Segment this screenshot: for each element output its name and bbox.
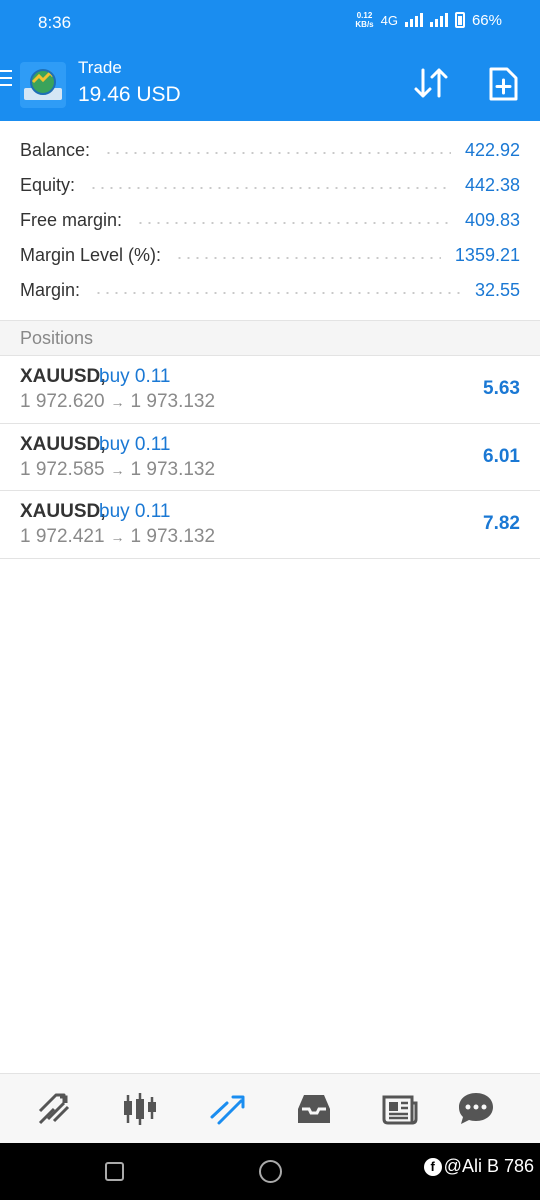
quotes-icon[interactable] xyxy=(34,1089,74,1129)
position-profit: 5.63 xyxy=(483,378,520,399)
position-direction: buy 0.11 xyxy=(99,366,171,387)
summary-row-balance: Balance: 422.92 xyxy=(0,133,540,168)
summary-value: 422.92 xyxy=(464,140,520,160)
summary-value: 409.83 xyxy=(464,210,520,230)
status-bar: 8:36 0.12 KB/s 4G 66% xyxy=(0,0,540,48)
summary-value: 442.38 xyxy=(464,175,520,195)
summary-label: Margin Level (%): xyxy=(20,245,162,265)
facebook-icon: f xyxy=(423,1157,442,1176)
bottom-navigation xyxy=(0,1073,540,1143)
summary-row-margin: Margin: 32.55 xyxy=(0,273,540,308)
account-summary: Balance: 422.92 Equity: 442.38 Free marg… xyxy=(0,133,540,308)
status-indicators: 0.12 KB/s 4G 66% xyxy=(355,11,502,29)
status-time: 8:36 xyxy=(38,13,72,32)
trade-icon[interactable] xyxy=(207,1089,247,1129)
sort-icon[interactable] xyxy=(412,66,450,100)
dotted-leader xyxy=(175,256,441,259)
position-prices: 1 972.620 → 1 973.132 xyxy=(20,391,215,413)
battery-icon xyxy=(454,12,465,28)
position-profit: 6.01 xyxy=(483,445,520,467)
summary-row-margin-level: Margin Level (%): 1359.21 xyxy=(0,238,540,273)
app-logo[interactable] xyxy=(20,62,66,108)
position-profit: 7.82 xyxy=(483,513,520,534)
summary-value: 1359.21 xyxy=(454,245,520,265)
signal-icon xyxy=(429,13,448,27)
chart-icon[interactable] xyxy=(120,1089,160,1129)
current-price: 1 973.132 xyxy=(130,526,216,547)
system-navigation-bar: f @Ali B 786 xyxy=(0,1143,540,1200)
account-balance-header: 19.46 USD xyxy=(78,83,181,106)
summary-value: 32.55 xyxy=(474,280,520,300)
open-price: 1 972.585 xyxy=(20,458,105,480)
position-direction: buy 0.11 xyxy=(99,433,171,455)
price-arrow: → xyxy=(110,394,125,410)
signal-icon xyxy=(404,13,423,27)
positions-list: XAUUSD, buy 0.11 1 972.620 → 1 973.132 5.6… xyxy=(0,356,540,559)
position-symbol: XAUUSD, xyxy=(20,501,106,522)
summary-row-free-margin: Free margin: 409.83 xyxy=(0,203,540,238)
dotted-leader xyxy=(104,151,451,154)
net-speed: 0.12 KB/s xyxy=(355,11,374,29)
position-row[interactable]: XAUUSD, buy 0.11 1 972.421 → 1 973.132 7.8… xyxy=(0,491,540,559)
position-symbol: XAUUSD, xyxy=(20,433,106,455)
messages-icon[interactable] xyxy=(456,1089,496,1129)
watermark: f @Ali B 786 xyxy=(423,1156,534,1177)
network-type: 4G xyxy=(380,12,398,28)
summary-row-equity: Equity: 442.38 xyxy=(0,168,540,203)
open-price: 1 972.421 xyxy=(20,526,105,547)
home-icon[interactable] xyxy=(259,1160,282,1183)
menu-icon[interactable] xyxy=(0,70,12,86)
open-price: 1 972.620 xyxy=(20,391,105,412)
dotted-leader xyxy=(89,186,451,189)
position-prices: 1 972.421 → 1 973.132 xyxy=(20,526,215,548)
summary-label: Balance: xyxy=(20,140,91,160)
dotted-leader xyxy=(136,221,451,224)
position-symbol: XAUUSD, xyxy=(20,366,106,387)
app-bar: Trade 19.46 USD xyxy=(0,48,540,121)
summary-label: Equity: xyxy=(20,175,76,195)
battery-percent: 66% xyxy=(471,11,502,29)
position-direction: buy 0.11 xyxy=(99,501,171,522)
summary-label: Margin: xyxy=(20,280,81,300)
price-arrow: → xyxy=(110,529,125,545)
current-price: 1 973.132 xyxy=(130,391,216,412)
positions-section-header: Positions xyxy=(0,320,540,356)
price-arrow: → xyxy=(110,461,125,478)
current-price: 1 973.132 xyxy=(130,458,216,480)
app-title: Trade xyxy=(78,58,122,77)
news-icon[interactable] xyxy=(380,1089,420,1129)
position-prices: 1 972.585 → 1 973.132 xyxy=(20,459,215,481)
position-row[interactable]: XAUUSD, buy 0.11 1 972.620 → 1 973.132 5.6… xyxy=(0,356,540,424)
position-row[interactable]: XAUUSD, buy 0.11 1 972.585 → 1 973.132 6.0… xyxy=(0,424,540,491)
summary-label: Free margin: xyxy=(20,210,123,230)
new-order-icon[interactable] xyxy=(486,66,520,102)
dotted-leader xyxy=(94,291,461,294)
watermark-text: @Ali B 786 xyxy=(443,1156,534,1176)
history-icon[interactable] xyxy=(294,1089,334,1129)
recents-icon[interactable] xyxy=(105,1162,124,1181)
